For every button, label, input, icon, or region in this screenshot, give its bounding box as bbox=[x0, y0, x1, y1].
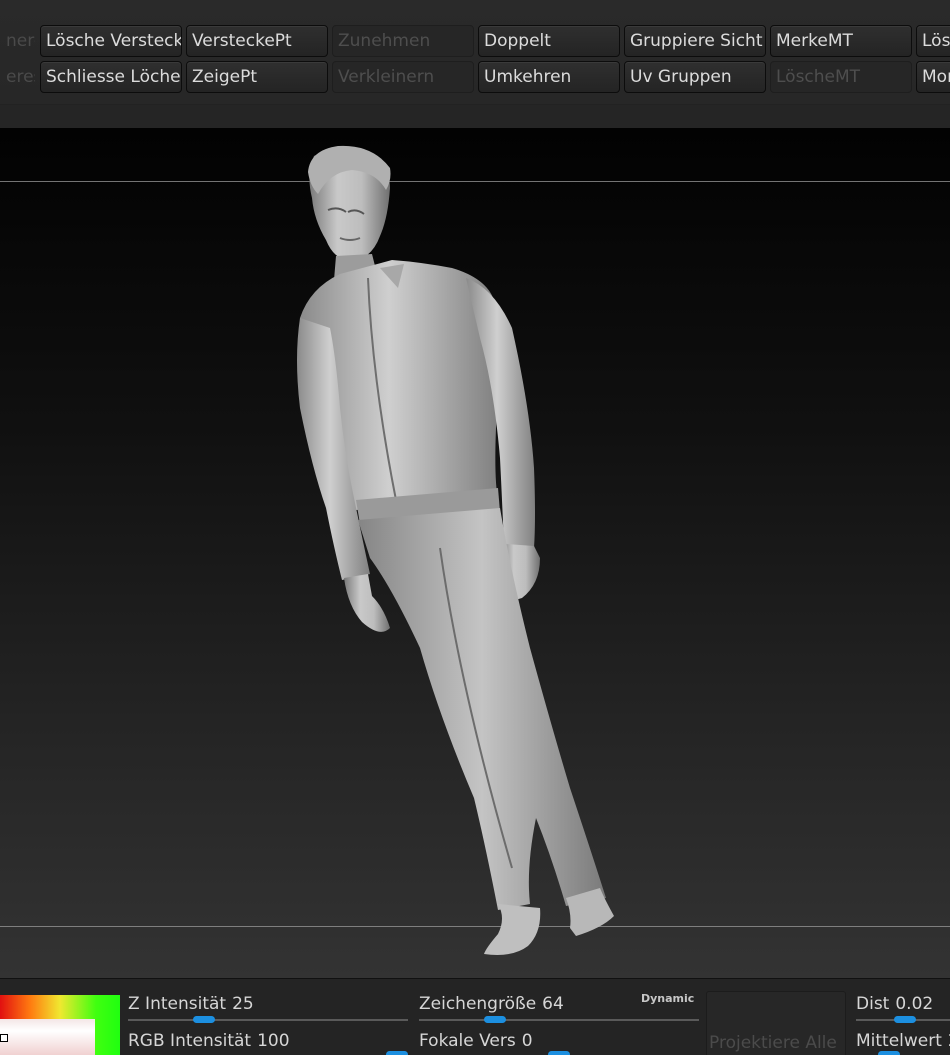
color-picker[interactable] bbox=[0, 995, 120, 1055]
mean-knob[interactable] bbox=[878, 1051, 900, 1055]
project-all-label: Projektiere Alle bbox=[709, 1033, 837, 1053]
toolbar-button-eres[interactable]: eres bbox=[0, 61, 36, 93]
toolbar-button-zunehmen[interactable]: Zunehmen bbox=[332, 25, 474, 57]
toolbar-button-gruppiere-sicht[interactable]: Gruppiere Sicht bbox=[624, 25, 766, 57]
focal-shift-label: Fokale Vers bbox=[419, 1031, 516, 1051]
z-intensity-slider[interactable]: Z Intensität 25 bbox=[128, 994, 254, 1014]
rgb-intensity-slider[interactable]: RGB Intensität 100 bbox=[128, 1031, 290, 1051]
rgb-intensity-knob[interactable] bbox=[386, 1051, 408, 1055]
toolbar-button-doppelt[interactable]: Doppelt bbox=[478, 25, 620, 57]
dist-knob[interactable] bbox=[894, 1016, 916, 1023]
toolbar: nereLösche VersteckVersteckePtZunehmenDo… bbox=[0, 0, 950, 128]
draw-size-value: 64 bbox=[542, 994, 564, 1014]
toolbar-button-lo-schemt[interactable]: LöscheMT bbox=[770, 61, 912, 93]
color-picker-cursor[interactable] bbox=[0, 1034, 8, 1042]
toolbar-button-uv-gruppen[interactable]: Uv Gruppen bbox=[624, 61, 766, 93]
model-hand-left bbox=[344, 574, 390, 632]
mean-label: Mittelwert bbox=[856, 1031, 942, 1051]
dist-slider[interactable]: Dist 0.02 bbox=[856, 994, 933, 1014]
3d-viewport[interactable] bbox=[0, 128, 950, 978]
z-intensity-track[interactable] bbox=[128, 1019, 408, 1021]
z-intensity-value: 25 bbox=[232, 994, 254, 1014]
toolbar-button-verkleinern[interactable]: Verkleinern bbox=[332, 61, 474, 93]
mean-slider[interactable]: Mittelwert2 bbox=[856, 1031, 950, 1051]
model-pants bbox=[358, 508, 606, 910]
dist-label: Dist bbox=[856, 994, 890, 1014]
draw-size-knob[interactable] bbox=[483, 1016, 506, 1023]
toolbar-button-lo-sche-versteck[interactable]: Lösche Versteck bbox=[40, 25, 182, 57]
toolbar-button-zeigept[interactable]: ZeigePt bbox=[186, 61, 328, 93]
toolbar-button-umkehren[interactable]: Umkehren bbox=[478, 61, 620, 93]
z-intensity-label: Z Intensität bbox=[128, 994, 227, 1014]
draw-size-track[interactable] bbox=[419, 1019, 699, 1021]
toolbar-button-mor[interactable]: Mor bbox=[916, 61, 950, 93]
sculpted-figure-model[interactable] bbox=[0, 128, 950, 978]
rgb-intensity-label: RGB Intensität bbox=[128, 1031, 252, 1051]
focal-shift-slider[interactable]: Fokale Vers 0 bbox=[419, 1031, 533, 1051]
brush-settings-panel: Z Intensität 25 RGB Intensität 100 Zeichen… bbox=[0, 978, 950, 1055]
toolbar-separator bbox=[0, 104, 950, 128]
draw-size-slider[interactable]: Zeichengröße 64 bbox=[419, 994, 564, 1014]
draw-size-label: Zeichengröße bbox=[419, 994, 537, 1014]
toolbar-button-nere[interactable]: nere bbox=[0, 25, 36, 57]
toolbar-button-lo-s[interactable]: Lös bbox=[916, 25, 950, 57]
rgb-intensity-value: 100 bbox=[257, 1031, 290, 1051]
z-intensity-knob[interactable] bbox=[192, 1016, 215, 1023]
dynamic-toggle[interactable]: Dynamic bbox=[641, 992, 694, 1005]
toolbar-button-versteckept[interactable]: VersteckePt bbox=[186, 25, 328, 57]
dist-value: 0.02 bbox=[895, 994, 934, 1014]
focal-shift-knob[interactable] bbox=[548, 1051, 570, 1055]
focal-shift-value: 0 bbox=[521, 1031, 533, 1051]
toolbar-button-merkemt[interactable]: MerkeMT bbox=[770, 25, 912, 57]
model-shoe-left bbox=[484, 904, 541, 955]
color-picker-square[interactable] bbox=[0, 1019, 95, 1055]
toolbar-button-schliesse-lo-che[interactable]: Schliesse Löche bbox=[40, 61, 182, 93]
